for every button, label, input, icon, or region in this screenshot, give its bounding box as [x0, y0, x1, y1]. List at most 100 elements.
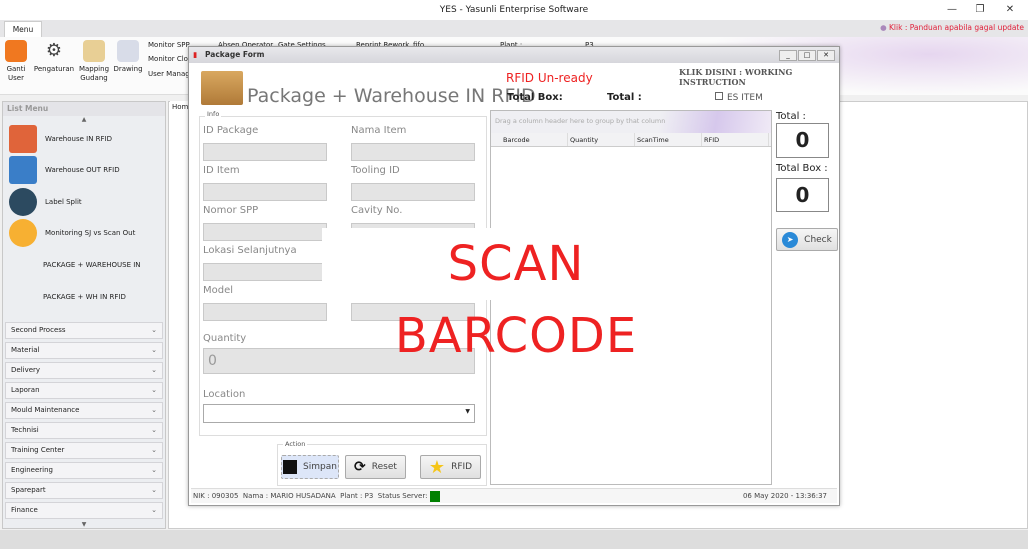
lokasi-input[interactable]: [203, 263, 327, 281]
sidebar-item-warehouse-out-rfid[interactable]: Warehouse OUT RFID: [9, 155, 120, 185]
nomor-spp-label: Nomor SPP: [203, 205, 259, 216]
gears-icon: ⚙: [45, 40, 63, 61]
info-group-label: Info: [205, 110, 222, 118]
location-select[interactable]: ▼: [203, 404, 475, 423]
save-icon: [283, 460, 298, 474]
simpan-button[interactable]: Simpan: [281, 455, 339, 479]
nama-value: MARIO HUSADANA: [270, 492, 336, 500]
star-icon: ★: [428, 456, 446, 478]
drawing-icon: [117, 40, 139, 62]
action-group-label: Action: [283, 440, 308, 448]
restore-button[interactable]: ❐: [966, 0, 994, 20]
form-maximize-button[interactable]: □: [798, 50, 816, 61]
column-header[interactable]: Barcode: [501, 133, 568, 146]
working-instruction-link[interactable]: KLIK DISINI : WORKING INSTRUCTION: [679, 67, 839, 87]
sidebar-category[interactable]: Sparepart ⌄: [5, 482, 163, 499]
sidebar-category[interactable]: Laporan ⌄: [5, 382, 163, 399]
refresh-icon: ⟳: [354, 459, 366, 475]
chevron-down-icon: ⌄: [151, 366, 157, 374]
report-icon: [9, 219, 37, 247]
user-manage-button[interactable]: User Manag: [148, 70, 190, 78]
rfid-status: RFID Un-ready: [506, 71, 593, 85]
chevron-down-icon: ⌄: [151, 506, 157, 514]
app-title: YES - Yasunli Enterprise Software: [439, 5, 589, 15]
chevron-down-icon: ⌄: [151, 326, 157, 334]
sidebar-item-package-warehouse-in[interactable]: PACKAGE + WAREHOUSE IN: [43, 250, 141, 280]
chevron-down-icon: ⌄: [151, 466, 157, 474]
form-minimize-button[interactable]: _: [779, 50, 797, 61]
app-title-bar: YES - Yasunli Enterprise Software: [0, 0, 1028, 20]
total-value: 0: [776, 123, 829, 158]
send-icon: ➤: [782, 231, 799, 248]
group-panel[interactable]: Drag a column header here to group by th…: [491, 111, 771, 133]
nama-item-label: Nama Item: [351, 125, 407, 136]
chevron-down-icon: ⌄: [151, 446, 157, 454]
sidebar-item-label-split[interactable]: Label Split: [9, 187, 82, 217]
help-link[interactable]: ● Klik : Panduan apabila gagal update: [880, 23, 1024, 32]
reset-button[interactable]: ⟳ Reset: [345, 455, 406, 479]
monitor-close-button[interactable]: Monitor Clos: [148, 55, 192, 63]
plant-value: P3: [364, 492, 374, 500]
list-menu-sidebar: List Menu ▲ Warehouse IN RFID Warehouse …: [2, 101, 166, 529]
chevron-down-icon: ⌄: [151, 486, 157, 494]
app-status-bar: [0, 530, 1028, 549]
check-button[interactable]: ➤ Check: [776, 228, 838, 251]
ganti-user-button[interactable]: Ganti User: [4, 40, 28, 83]
server-status-indicator: [429, 490, 440, 502]
tooling-id-label: Tooling ID: [351, 165, 400, 176]
rfid-button[interactable]: ★ RFID: [420, 455, 481, 479]
warehouse-out-icon: [9, 156, 37, 184]
package-box-icon: [201, 71, 243, 105]
right-total-label: Total :: [776, 111, 806, 122]
scroll-down-icon[interactable]: ▼: [3, 521, 165, 528]
column-header[interactable]: ScanTime: [635, 133, 702, 146]
close-button[interactable]: ✕: [996, 0, 1024, 20]
dropdown-arrow-icon: ▼: [465, 408, 470, 415]
form-heading: Package + Warehouse IN RFID: [247, 85, 536, 107]
pengaturan-button[interactable]: ⚙ Pengaturan: [32, 40, 76, 74]
sidebar-category[interactable]: Engineering ⌄: [5, 462, 163, 479]
nama_item-input[interactable]: [351, 143, 475, 161]
model-label: Model: [203, 285, 234, 296]
sidebar-category[interactable]: Technisi ⌄: [5, 422, 163, 439]
id_package-input[interactable]: [203, 143, 327, 161]
chevron-down-icon: ⌄: [151, 386, 157, 394]
column-header[interactable]: Quantity: [568, 133, 635, 146]
chevron-down-icon: ⌄: [151, 406, 157, 414]
scan-barcode-overlay: SCAN BARCODE: [322, 228, 710, 364]
es-item-checkbox[interactable]: ES ITEM: [715, 92, 763, 103]
form-title-bar[interactable]: ▮ Package Form: [189, 47, 839, 63]
cavity-no-label: Cavity No.: [351, 205, 403, 216]
sidebar-category[interactable]: Mould Maintenance ⌄: [5, 402, 163, 419]
sidebar-category[interactable]: Finance ⌄: [5, 502, 163, 519]
chevron-down-icon: ⌄: [151, 426, 157, 434]
tab-menu[interactable]: Menu: [4, 21, 42, 38]
globe-icon: ●: [880, 23, 887, 32]
sidebar-category[interactable]: Material ⌄: [5, 342, 163, 359]
nomor_spp-input[interactable]: [203, 223, 327, 241]
monitor-spp-button[interactable]: Monitor SPP: [148, 41, 190, 49]
scroll-up-icon[interactable]: ▲: [3, 116, 165, 123]
location-label: Location: [203, 389, 246, 400]
id_item-input[interactable]: [203, 183, 327, 201]
sidebar-category[interactable]: Training Center ⌄: [5, 442, 163, 459]
minimize-button[interactable]: —: [938, 0, 966, 20]
form-close-button[interactable]: ✕: [817, 50, 835, 61]
total-label: Total :: [607, 92, 642, 103]
chevron-down-icon: ⌄: [151, 346, 157, 354]
total-box-label: Total Box:: [507, 92, 563, 103]
quantity-label: Quantity: [203, 333, 247, 344]
mapping-gudang-button[interactable]: Mapping Gudang: [78, 40, 110, 83]
warehouse-in-icon: [9, 125, 37, 153]
sidebar-item-package-wh-in-rfid[interactable]: PACKAGE + WH IN RFID: [43, 282, 126, 312]
model-input[interactable]: [203, 303, 327, 321]
sidebar-category[interactable]: Second Process ⌄: [5, 322, 163, 339]
drawing-button[interactable]: Drawing: [113, 40, 143, 74]
ribbon-tab-row: [0, 20, 1028, 37]
sidebar-category[interactable]: Delivery ⌄: [5, 362, 163, 379]
tooling_id-input[interactable]: [351, 183, 475, 201]
column-header[interactable]: RFID: [702, 133, 769, 146]
sidebar-item-warehouse-in-rfid[interactable]: Warehouse IN RFID: [9, 124, 112, 154]
sidebar-item-monitoring-sj[interactable]: Monitoring SJ vs Scan Out: [9, 218, 135, 248]
list-menu-title: List Menu: [3, 102, 165, 116]
